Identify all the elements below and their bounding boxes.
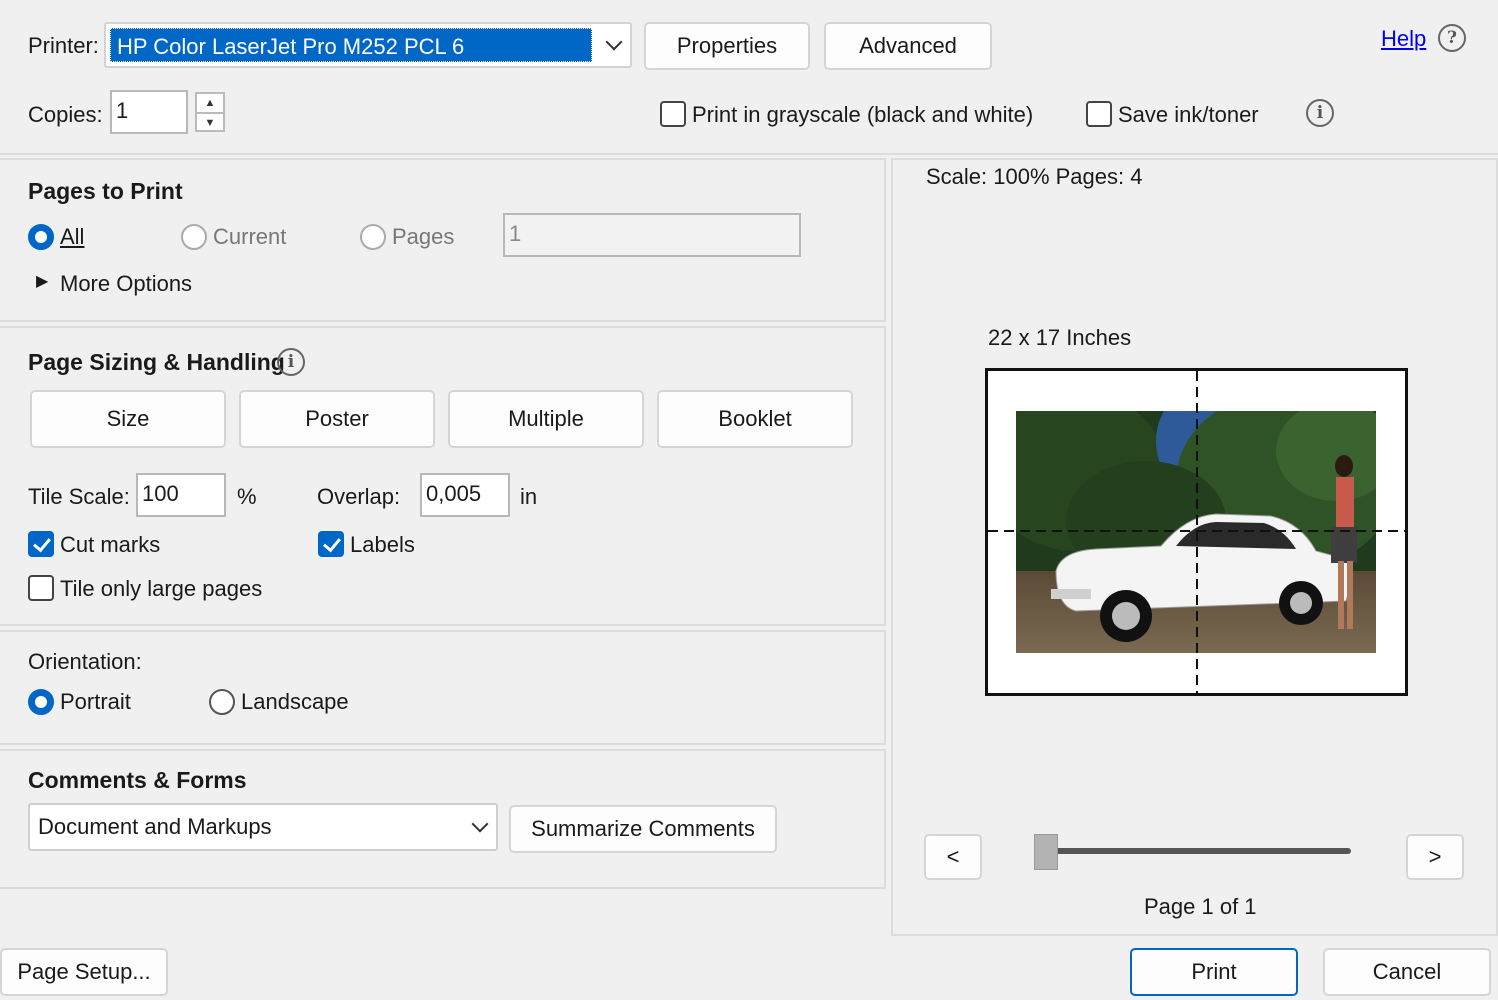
- copies-label: Copies:: [28, 102, 103, 127]
- page-slider-track[interactable]: [1046, 848, 1351, 854]
- info-icon[interactable]: i: [277, 348, 305, 376]
- properties-button[interactable]: Properties: [644, 22, 810, 70]
- copies-input[interactable]: 1: [110, 90, 188, 134]
- comments-forms-dropdown[interactable]: Document and Markups: [28, 803, 498, 851]
- scale-pages-text: Scale: 100% Pages: 4: [926, 164, 1143, 189]
- page-slider-thumb[interactable]: [1034, 834, 1058, 870]
- printer-label: Printer:: [28, 33, 99, 58]
- current-page-radio[interactable]: [181, 224, 207, 250]
- labels-label: Labels: [350, 532, 415, 557]
- poster-tab-button[interactable]: Poster: [239, 390, 435, 448]
- portrait-radio[interactable]: [28, 689, 54, 715]
- pages-to-print-title: Pages to Print: [28, 178, 183, 204]
- cut-marks-label: Cut marks: [60, 532, 161, 557]
- save-ink-label: Save ink/toner: [1118, 102, 1259, 127]
- cut-marks-checkbox[interactable]: [28, 531, 54, 557]
- all-pages-label: All: [60, 224, 85, 249]
- overlap-input[interactable]: 0,005: [420, 473, 510, 517]
- comments-forms-dropdown-value: Document and Markups: [38, 814, 272, 839]
- previous-page-button[interactable]: <: [924, 834, 982, 880]
- advanced-button[interactable]: Advanced: [824, 22, 992, 70]
- cut-lines: [988, 371, 1405, 693]
- stepper-down-icon[interactable]: ▼: [197, 112, 223, 130]
- page-setup-button[interactable]: Page Setup...: [0, 948, 168, 996]
- printer-select-value: HP Color LaserJet Pro M252 PCL 6: [110, 28, 592, 62]
- help-icon[interactable]: ?: [1438, 24, 1466, 52]
- summarize-comments-button[interactable]: Summarize Comments: [509, 805, 777, 853]
- orientation-panel: [0, 630, 886, 745]
- portrait-label: Portrait: [60, 689, 131, 714]
- pages-range-input[interactable]: 1: [503, 213, 801, 257]
- chevron-down-icon: [605, 33, 623, 51]
- expand-triangle-icon[interactable]: ▶: [36, 274, 48, 290]
- chevron-down-icon: [471, 815, 489, 833]
- print-preview-page: [985, 368, 1408, 696]
- stepper-up-icon[interactable]: ▲: [197, 94, 223, 112]
- tile-large-pages-label: Tile only large pages: [60, 576, 263, 601]
- more-options-label[interactable]: More Options: [60, 273, 192, 295]
- landscape-radio[interactable]: [209, 689, 235, 715]
- grayscale-label: Print in grayscale (black and white): [692, 102, 1034, 127]
- pages-label: Pages: [392, 224, 455, 249]
- save-ink-checkbox[interactable]: [1086, 101, 1112, 127]
- page-size-text: 22 x 17 Inches: [988, 325, 1132, 350]
- current-page-label: Current: [213, 224, 287, 249]
- labels-checkbox[interactable]: [318, 531, 344, 557]
- copies-stepper[interactable]: ▲ ▼: [195, 92, 225, 132]
- pages-radio[interactable]: [360, 224, 386, 250]
- tile-scale-label: Tile Scale:: [28, 484, 130, 509]
- cancel-button[interactable]: Cancel: [1323, 948, 1491, 996]
- printer-select[interactable]: HP Color LaserJet Pro M252 PCL 6: [104, 22, 632, 68]
- landscape-label: Landscape: [241, 689, 349, 714]
- booklet-tab-button[interactable]: Booklet: [657, 390, 853, 448]
- page-indicator: Page 1 of 1: [1144, 894, 1257, 919]
- tile-scale-unit: %: [237, 484, 257, 509]
- orientation-title: Orientation:: [28, 649, 142, 674]
- tile-scale-input[interactable]: 100: [136, 473, 226, 517]
- page-sizing-title: Page Sizing & Handling: [28, 349, 285, 375]
- print-button[interactable]: Print: [1130, 948, 1298, 996]
- tile-large-pages-checkbox[interactable]: [28, 575, 54, 601]
- help-link[interactable]: Help: [1381, 28, 1426, 50]
- all-pages-radio[interactable]: [28, 224, 54, 250]
- overlap-unit: in: [520, 484, 538, 509]
- comments-forms-title: Comments & Forms: [28, 767, 247, 793]
- multiple-tab-button[interactable]: Multiple: [448, 390, 644, 448]
- next-page-button[interactable]: >: [1406, 834, 1464, 880]
- size-tab-button[interactable]: Size: [30, 390, 226, 448]
- grayscale-checkbox[interactable]: [660, 101, 686, 127]
- info-icon[interactable]: i: [1306, 99, 1334, 127]
- overlap-label: Overlap:: [317, 484, 401, 509]
